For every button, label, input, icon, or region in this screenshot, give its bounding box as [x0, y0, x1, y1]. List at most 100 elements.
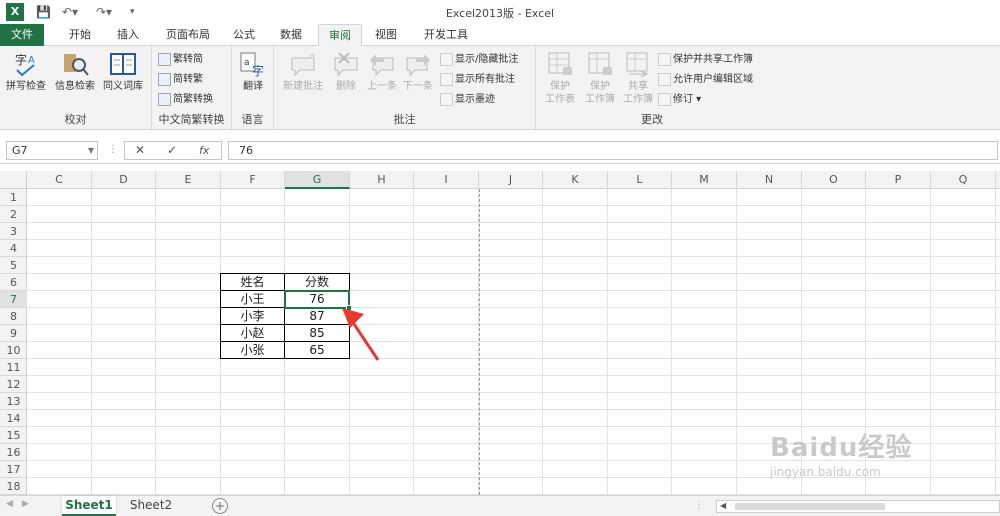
- insert-function-icon[interactable]: fx: [199, 144, 209, 157]
- cancel-icon[interactable]: ✕: [135, 143, 145, 157]
- column-header-j[interactable]: J: [479, 171, 543, 189]
- worksheet-grid[interactable]: CDEFGHIJKLMNOPQ 1 2 3 4 5 6 7 8 9 10 11 12 13 14 15 16 1…: [0, 171, 1000, 495]
- trad-to-simp-button[interactable]: 繁转简: [158, 51, 203, 68]
- column-header-f[interactable]: F: [221, 171, 285, 189]
- column-header-e[interactable]: E: [156, 171, 221, 189]
- column-header-h[interactable]: H: [350, 171, 414, 189]
- sheet-tab-sheet1[interactable]: Sheet1: [62, 496, 116, 516]
- formula-input[interactable]: 76: [228, 141, 998, 160]
- allow-edit-ranges-button[interactable]: 允许用户编辑区域: [658, 71, 753, 88]
- simp-to-trad-button[interactable]: 简转繁: [158, 71, 203, 88]
- row-header-3[interactable]: 3: [0, 223, 27, 240]
- protect-sheet-button[interactable]: 保护 工作表: [540, 50, 580, 106]
- scroll-left-icon[interactable]: ◀: [6, 499, 13, 509]
- show-ink-button[interactable]: 显示墨迹: [440, 91, 495, 108]
- row-header-7[interactable]: 7: [0, 291, 27, 308]
- grid-vline: [607, 189, 608, 495]
- convert-button[interactable]: 简繁转换: [158, 91, 213, 108]
- row-header-13[interactable]: 13: [0, 393, 27, 410]
- language-group-label: 语言: [241, 113, 264, 126]
- previous-comment-icon: [370, 54, 394, 77]
- tab-review[interactable]: 审阅: [318, 24, 362, 47]
- column-header-n[interactable]: N: [737, 171, 802, 189]
- thesaurus-icon: [110, 53, 136, 75]
- tab-data[interactable]: 数据: [268, 24, 314, 46]
- translate-icon: a字: [240, 52, 264, 78]
- tab-developer[interactable]: 开发工具: [412, 24, 480, 46]
- spell-check-button[interactable]: 字A 拼写检查: [3, 50, 49, 93]
- share-workbook-label-1: 共享: [628, 81, 648, 92]
- chinese-group-label: 中文简繁转换: [158, 113, 225, 126]
- share-workbook-button[interactable]: 共享 工作簿: [618, 50, 658, 106]
- column-header-l[interactable]: L: [608, 171, 672, 189]
- column-header-c[interactable]: C: [27, 171, 92, 189]
- translate-button[interactable]: a字 翻译: [232, 50, 274, 93]
- column-header-q[interactable]: Q: [931, 171, 996, 189]
- row-header-14[interactable]: 14: [0, 410, 27, 427]
- grid-vline: [930, 189, 931, 495]
- row-header-9[interactable]: 9: [0, 325, 27, 342]
- table-cell[interactable]: 小张: [220, 341, 285, 359]
- row-header-6[interactable]: 6: [0, 274, 27, 291]
- column-header-m[interactable]: M: [672, 171, 737, 189]
- sheet-tab-sheet2[interactable]: Sheet2: [124, 496, 178, 516]
- show-hide-comment-button[interactable]: 显示/隐藏批注: [440, 51, 518, 68]
- track-changes-button[interactable]: 修订 ▾: [658, 91, 701, 108]
- row-header-4[interactable]: 4: [0, 240, 27, 257]
- protect-and-share-button[interactable]: 保护并共享工作簿: [658, 51, 753, 68]
- horizontal-scrollbar[interactable]: ◀: [716, 500, 1000, 513]
- tab-home[interactable]: 开始: [58, 24, 102, 46]
- table-cell[interactable]: 小李: [220, 307, 285, 325]
- scroll-right-icon[interactable]: ▶: [22, 499, 29, 509]
- protect-workbook-button[interactable]: 保护 工作簿: [580, 50, 620, 106]
- window-title: Excel2013版 - Excel: [445, 7, 555, 20]
- enter-icon[interactable]: ✓: [167, 143, 177, 157]
- row-header-11[interactable]: 11: [0, 359, 27, 376]
- row-header-1[interactable]: 1: [0, 189, 27, 206]
- thesaurus-button[interactable]: 同义词库: [100, 50, 146, 93]
- table-header-cell[interactable]: 姓名: [220, 273, 285, 291]
- tab-insert[interactable]: 插入: [106, 24, 150, 46]
- delete-comment-button[interactable]: 删除: [328, 50, 364, 93]
- research-button[interactable]: 信息检索: [52, 50, 98, 93]
- new-comment-button[interactable]: ✷ 新建批注: [278, 50, 328, 93]
- name-box[interactable]: G7 ▼: [6, 141, 98, 160]
- row-header-2[interactable]: 2: [0, 206, 27, 223]
- grid-hline: [27, 375, 1000, 376]
- row-header-15[interactable]: 15: [0, 427, 27, 444]
- table-header-cell[interactable]: 分数: [284, 273, 350, 291]
- column-header-k[interactable]: K: [543, 171, 608, 189]
- formula-bar-grip-icon[interactable]: ⋮: [108, 144, 118, 155]
- table-cell[interactable]: 小王: [220, 290, 285, 308]
- select-all-corner[interactable]: [0, 171, 27, 189]
- row-header-8[interactable]: 8: [0, 308, 27, 325]
- tab-view[interactable]: 视图: [366, 24, 406, 46]
- scrollbar-thumb[interactable]: [735, 503, 885, 510]
- row-header-17[interactable]: 17: [0, 461, 27, 478]
- column-header-d[interactable]: D: [92, 171, 156, 189]
- column-header-o[interactable]: O: [802, 171, 866, 189]
- row-header-12[interactable]: 12: [0, 376, 27, 393]
- previous-comment-button[interactable]: 上一条: [364, 50, 400, 93]
- column-header-p[interactable]: P: [866, 171, 931, 189]
- tab-file[interactable]: 文件: [0, 24, 44, 46]
- next-comment-button[interactable]: 下一条: [400, 50, 436, 93]
- show-all-comments-button[interactable]: 显示所有批注: [440, 71, 515, 88]
- row-header-18[interactable]: 18: [0, 478, 27, 495]
- table-cell[interactable]: 小赵: [220, 324, 285, 342]
- tab-page-layout[interactable]: 页面布局: [156, 24, 220, 46]
- protect-sheet-label-1: 保护: [550, 81, 570, 92]
- convert-icon: [158, 92, 171, 106]
- tab-formulas[interactable]: 公式: [224, 24, 264, 46]
- chevron-down-icon[interactable]: ▼: [88, 142, 94, 159]
- row-header-5[interactable]: 5: [0, 257, 27, 274]
- scroll-left-arrow-icon[interactable]: ◀: [720, 501, 726, 510]
- add-sheet-button[interactable]: +: [212, 498, 228, 514]
- sheet-split-icon[interactable]: ⋮: [694, 500, 704, 511]
- row-header-16[interactable]: 16: [0, 444, 27, 461]
- column-header-g[interactable]: G: [285, 171, 350, 189]
- title-bar: X 💾 ↶▾ ↷▾ ▾ Excel2013版 - Excel: [0, 0, 1000, 24]
- column-header-i[interactable]: I: [414, 171, 479, 189]
- show-all-comments-label: 显示所有批注: [455, 74, 515, 85]
- row-header-10[interactable]: 10: [0, 342, 27, 359]
